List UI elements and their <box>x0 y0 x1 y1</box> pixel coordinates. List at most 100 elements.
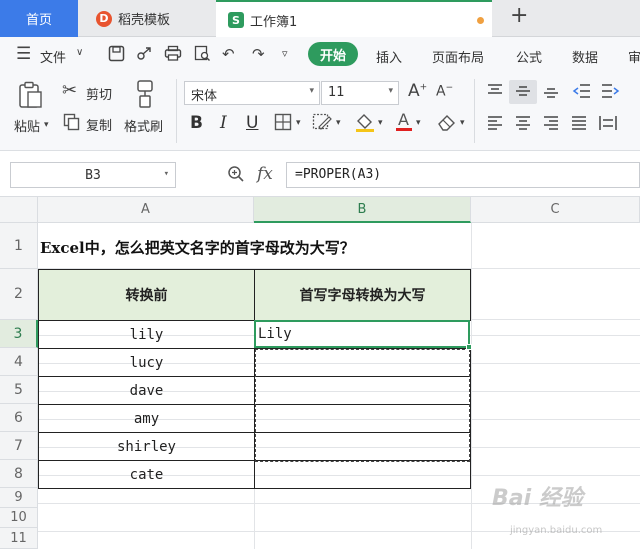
increase-font-icon[interactable]: A+ <box>408 81 427 101</box>
justify-icon[interactable] <box>570 115 588 135</box>
column-header-c[interactable]: C <box>471 197 640 223</box>
align-right-icon[interactable] <box>542 115 560 135</box>
cell-b3-value: Lily <box>258 326 292 342</box>
new-tab-button[interactable]: + <box>510 3 528 28</box>
baidu-watermark-logo: Bai 经验 <box>492 486 583 511</box>
cell-a6[interactable]: amy <box>38 404 255 433</box>
docer-logo-icon: D <box>96 10 112 27</box>
zoom-search-icon[interactable] <box>227 165 245 187</box>
cell-a2-header[interactable]: 转换前 <box>38 269 255 321</box>
eraser-icon[interactable] <box>436 112 458 136</box>
row-header-4[interactable]: 4 <box>0 348 38 376</box>
paste-dropdown-icon[interactable]: ▾ <box>44 120 49 130</box>
menu-page-layout[interactable]: 页面布局 <box>432 47 484 66</box>
font-size-select[interactable]: 11 ▾ <box>321 81 399 105</box>
select-all-corner[interactable] <box>0 197 38 223</box>
decrease-font-icon[interactable]: A− <box>436 83 453 100</box>
tab-template-label: 稻壳模板 <box>118 13 171 28</box>
active-cell-b3[interactable]: Lily <box>254 320 470 348</box>
font-size-value: 11 <box>328 85 345 100</box>
indent-decrease-icon[interactable] <box>572 83 592 103</box>
italic-button[interactable]: I <box>220 113 227 133</box>
fill-color-dropdown-icon[interactable]: ▾ <box>378 118 383 128</box>
align-center-icon[interactable] <box>514 115 532 135</box>
print-preview-icon[interactable] <box>194 45 211 66</box>
row-header-2[interactable]: 2 <box>0 269 38 320</box>
chevron-down-icon[interactable]: ∨ <box>76 47 83 58</box>
row-header-7[interactable]: 7 <box>0 432 38 460</box>
row-header-3[interactable]: 3 <box>0 320 38 348</box>
menu-file[interactable]: 文件 <box>40 47 66 66</box>
align-middle-icon[interactable] <box>514 83 532 103</box>
font-color-dropdown-icon[interactable]: ▾ <box>416 118 421 128</box>
cell-a3[interactable]: lily <box>38 320 255 349</box>
fill-handle[interactable] <box>466 344 472 350</box>
paste-icon[interactable] <box>18 81 44 113</box>
indent-increase-icon[interactable] <box>600 83 620 103</box>
cell-b8[interactable] <box>254 460 471 489</box>
cut-button[interactable]: 剪切 <box>86 84 112 103</box>
cell-style-icon[interactable] <box>312 113 332 135</box>
column-header-a[interactable]: A <box>38 197 254 223</box>
font-name-select[interactable]: 宋体 ▾ <box>184 81 320 105</box>
menu-data[interactable]: 数据 <box>572 47 598 66</box>
row-header-5[interactable]: 5 <box>0 376 38 404</box>
export-icon[interactable] <box>136 45 153 66</box>
eraser-dropdown-icon[interactable]: ▾ <box>460 118 465 128</box>
bold-button[interactable]: B <box>190 113 203 133</box>
font-color-icon[interactable]: A <box>394 109 414 137</box>
cell-a7[interactable]: shirley <box>38 432 255 461</box>
spreadsheet-logo-icon: S <box>228 12 244 28</box>
format-painter-icon[interactable] <box>134 79 156 113</box>
name-box[interactable]: B3 ▾ <box>10 162 176 188</box>
borders-icon[interactable] <box>274 113 292 135</box>
row-header-8[interactable]: 8 <box>0 460 38 488</box>
redo-icon[interactable]: ↷ <box>252 45 265 63</box>
tab-template[interactable]: D 稻壳模板 <box>82 0 210 37</box>
more-commands-icon[interactable]: ▿ <box>282 47 288 60</box>
tab-workbook-label: 工作簿1 <box>250 14 298 30</box>
undo-icon[interactable]: ↶ <box>222 45 235 63</box>
formula-input[interactable]: =PROPER(A3) <box>286 162 640 188</box>
copy-button[interactable]: 复制 <box>86 115 112 134</box>
row-header-6[interactable]: 6 <box>0 404 38 432</box>
tab-home-label: 首页 <box>25 13 52 28</box>
paste-button[interactable]: 粘贴 <box>14 116 40 135</box>
insert-function-button[interactable]: fx <box>257 164 273 184</box>
tab-home[interactable]: 首页 <box>0 0 78 37</box>
underline-button[interactable]: U <box>246 113 258 133</box>
align-top-icon[interactable] <box>486 83 504 103</box>
cell-a5[interactable]: dave <box>38 376 255 405</box>
borders-dropdown-icon[interactable]: ▾ <box>296 118 301 128</box>
row-header-11[interactable]: 11 <box>0 528 38 549</box>
distributed-align-icon[interactable] <box>598 115 618 135</box>
font-name-value: 宋体 <box>191 89 218 104</box>
row-header-1[interactable]: 1 <box>0 223 38 269</box>
cell-style-dropdown-icon[interactable]: ▾ <box>336 118 341 128</box>
row-header-10[interactable]: 10 <box>0 508 38 528</box>
format-painter-button[interactable]: 格式刷 <box>124 116 163 135</box>
hamburger-icon[interactable]: ☰ <box>16 44 31 64</box>
print-icon[interactable] <box>164 45 182 66</box>
menu-formulas[interactable]: 公式 <box>516 47 542 66</box>
column-header-b[interactable]: B <box>254 197 471 223</box>
cell-a8[interactable]: cate <box>38 460 255 489</box>
tab-workbook[interactable]: S 工作簿1 <box>216 0 492 38</box>
scissors-icon[interactable]: ✂ <box>62 80 77 101</box>
row-header-9[interactable]: 9 <box>0 488 38 508</box>
menu-review[interactable]: 审 <box>628 47 640 66</box>
align-left-icon[interactable] <box>486 115 504 135</box>
menu-start[interactable]: 开始 <box>308 42 358 66</box>
ribbon: 粘贴 ▾ ✂ 剪切 复制 格式刷 宋体 ▾ 11 ▾ A+ A− B I U ▾… <box>0 73 640 151</box>
save-icon[interactable] <box>108 45 125 66</box>
ribbon-separator <box>176 79 177 143</box>
align-bottom-icon[interactable] <box>542 83 560 103</box>
copy-icon[interactable] <box>63 113 80 135</box>
cell-a1-title[interactable]: Excel中，怎么把英文名字的首字母改为大写？ <box>40 233 355 261</box>
cell-b2-header[interactable]: 首写字母转换为大写 <box>254 269 471 321</box>
menu-row: ☰ 文件 ∨ ↶ ↷ ▿ 开始 插入 页面布局 公式 数据 审 <box>0 37 640 73</box>
cell-a4[interactable]: lucy <box>38 348 255 377</box>
fill-color-icon[interactable] <box>354 111 376 137</box>
svg-text:A: A <box>398 110 409 129</box>
menu-insert[interactable]: 插入 <box>376 47 402 66</box>
